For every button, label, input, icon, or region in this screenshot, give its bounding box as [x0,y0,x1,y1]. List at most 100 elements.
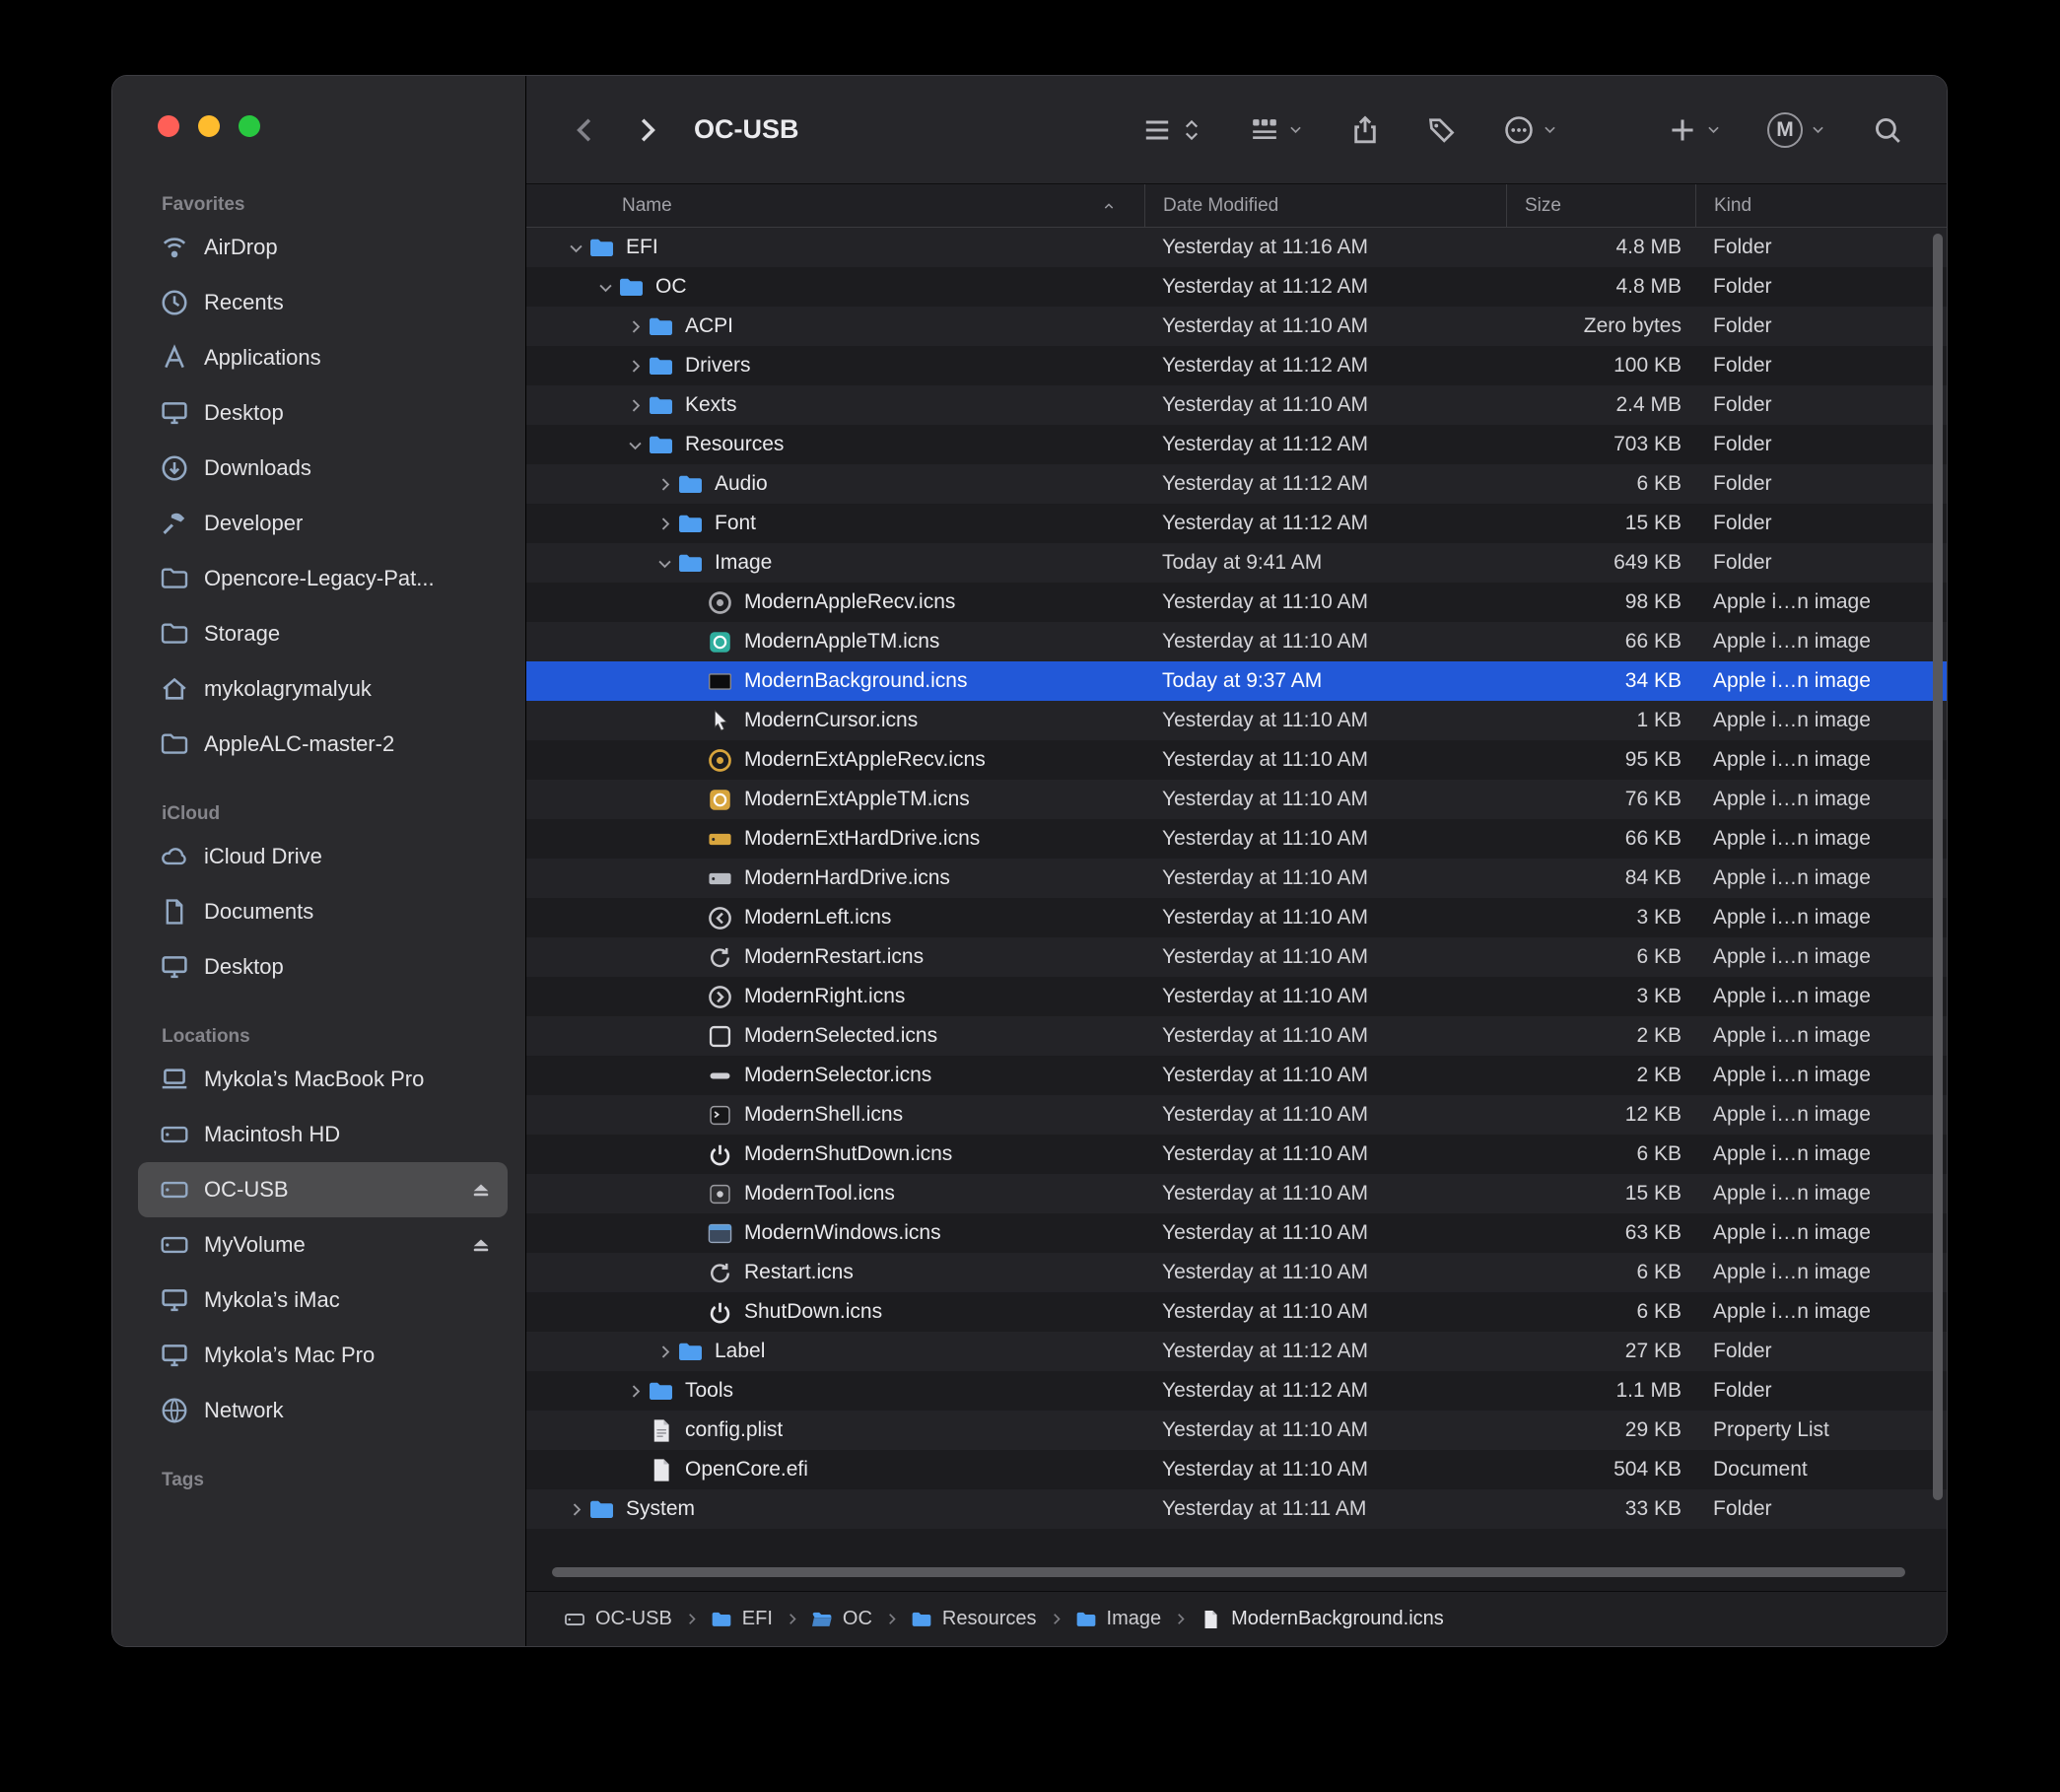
path-bar-item-efi[interactable]: EFI [711,1608,773,1630]
file-size: 4.8 MB [1506,275,1695,299]
folder-o-icon [160,619,189,649]
file-row-kexts[interactable]: Kexts Yesterday at 11:10 AM 2.4 MB Folde… [526,385,1947,425]
sidebar-item-downloads[interactable]: Downloads [138,441,508,496]
sidebar-item-mykola-s-mac-pro[interactable]: Mykola’s Mac Pro [138,1328,508,1383]
disclosure-chevron-icon[interactable] [622,313,648,339]
file-row-audio[interactable]: Audio Yesterday at 11:12 AM 6 KB Folder [526,464,1947,504]
close-button[interactable] [158,115,179,137]
search-button[interactable] [1872,114,1903,146]
eject-icon[interactable] [468,1232,494,1258]
more-options-button[interactable] [1503,114,1558,146]
file-row-opencore-efi[interactable]: OpenCore.efi Yesterday at 11:10 AM 504 K… [526,1450,1947,1489]
disclosure-chevron-icon[interactable] [652,471,677,497]
disclosure-chevron-icon[interactable] [652,1339,677,1364]
account-button[interactable]: M [1767,112,1826,148]
file-row-tools[interactable]: Tools Yesterday at 11:12 AM 1.1 MB Folde… [526,1371,1947,1411]
vertical-scrollbar[interactable] [1933,234,1943,1500]
file-size: 6 KB [1506,1142,1695,1166]
file-row-modernextappletm-icns[interactable]: ModernExtAppleTM.icns Yesterday at 11:10… [526,780,1947,819]
group-button[interactable] [1249,114,1304,146]
tags-button[interactable] [1426,114,1458,146]
file-row-acpi[interactable]: ACPI Yesterday at 11:10 AM Zero bytes Fo… [526,307,1947,346]
file-row-oc[interactable]: OC Yesterday at 11:12 AM 4.8 MB Folder [526,267,1947,307]
file-row-system[interactable]: System Yesterday at 11:11 AM 33 KB Folde… [526,1489,1947,1529]
forward-button[interactable] [627,106,666,154]
disclosure-chevron-icon[interactable] [622,1378,648,1404]
sidebar-item-mykolagrymalyuk[interactable]: mykolagrymalyuk [138,661,508,717]
file-row-modernshell-icns[interactable]: ModernShell.icns Yesterday at 11:10 AM 1… [526,1095,1947,1135]
back-button[interactable] [566,106,605,154]
disclosure-chevron-icon[interactable] [563,1496,588,1522]
disclosure-chevron-icon[interactable] [592,274,618,300]
path-bar-item-image[interactable]: Image [1075,1608,1162,1630]
share-button[interactable] [1349,114,1381,146]
disclosure-chevron-icon[interactable] [622,432,648,457]
sidebar-item-storage[interactable]: Storage [138,606,508,661]
sidebar-item-desktop[interactable]: Desktop [138,385,508,441]
file-row-moderncursor-icns[interactable]: ModernCursor.icns Yesterday at 11:10 AM … [526,701,1947,740]
date-modified: Yesterday at 11:10 AM [1144,1418,1506,1442]
file-row-label[interactable]: Label Yesterday at 11:12 AM 27 KB Folder [526,1332,1947,1371]
zoom-button[interactable] [239,115,260,137]
sidebar-item-applealc-master-2[interactable]: AppleALC-master-2 [138,717,508,772]
horizontal-scrollbar[interactable] [552,1567,1905,1577]
path-bar-item-modernbackground-icns[interactable]: ModernBackground.icns [1200,1608,1444,1630]
file-row-font[interactable]: Font Yesterday at 11:12 AM 15 KB Folder [526,504,1947,543]
file-row-moderntool-icns[interactable]: ModernTool.icns Yesterday at 11:10 AM 15… [526,1174,1947,1213]
disclosure-chevron-icon[interactable] [622,353,648,379]
file-row-modernbackground-icns[interactable]: ModernBackground.icns Today at 9:37 AM 3… [526,661,1947,701]
date-modified: Yesterday at 11:10 AM [1144,827,1506,851]
sidebar-item-mykola-s-imac[interactable]: Mykola’s iMac [138,1273,508,1328]
file-row-modernrestart-icns[interactable]: ModernRestart.icns Yesterday at 11:10 AM… [526,937,1947,977]
path-bar-item-oc[interactable]: OC [811,1608,872,1630]
sidebar-item-icloud-drive[interactable]: iCloud Drive [138,829,508,884]
file-row-modernharddrive-icns[interactable]: ModernHardDrive.icns Yesterday at 11:10 … [526,859,1947,898]
file-row-resources[interactable]: Resources Yesterday at 11:12 AM 703 KB F… [526,425,1947,464]
sidebar-item-developer[interactable]: Developer [138,496,508,551]
sidebar-item-network[interactable]: Network [138,1383,508,1438]
file-row-modernapplerecv-icns[interactable]: ModernAppleRecv.icns Yesterday at 11:10 … [526,583,1947,622]
path-bar-item-resources[interactable]: Resources [911,1608,1037,1630]
file-row-modernextapplerecv-icns[interactable]: ModernExtAppleRecv.icns Yesterday at 11:… [526,740,1947,780]
column-header-name[interactable]: Name [526,184,1144,227]
eject-icon[interactable] [468,1177,494,1203]
sidebar-item-applications[interactable]: Applications [138,330,508,385]
file-row-modernright-icns[interactable]: ModernRight.icns Yesterday at 11:10 AM 3… [526,977,1947,1016]
disclosure-chevron-icon[interactable] [563,235,588,260]
new-folder-button[interactable] [1667,114,1722,146]
file-row-image[interactable]: Image Today at 9:41 AM 649 KB Folder [526,543,1947,583]
disclosure-chevron-icon[interactable] [652,511,677,536]
file-row-config-plist[interactable]: config.plist Yesterday at 11:10 AM 29 KB… [526,1411,1947,1450]
column-header-kind[interactable]: Kind [1695,184,1947,227]
sidebar-item-macintosh-hd[interactable]: Macintosh HD [138,1107,508,1162]
minimize-button[interactable] [198,115,220,137]
sidebar-item-myvolume[interactable]: MyVolume [138,1217,508,1273]
file-row-efi[interactable]: EFI Yesterday at 11:16 AM 4.8 MB Folder [526,228,1947,267]
column-header-size[interactable]: Size [1506,184,1695,227]
sidebar-item-recents[interactable]: Recents [138,275,508,330]
file-row-shutdown-icns[interactable]: ShutDown.icns Yesterday at 11:10 AM 6 KB… [526,1292,1947,1332]
path-bar-item-oc-usb[interactable]: OC-USB [564,1608,672,1630]
disclosure-chevron-icon[interactable] [652,550,677,576]
sidebar-item-oc-usb[interactable]: OC-USB [138,1162,508,1217]
folder-icon [648,392,674,419]
file-row-modernappletm-icns[interactable]: ModernAppleTM.icns Yesterday at 11:10 AM… [526,622,1947,661]
sidebar-item-documents[interactable]: Documents [138,884,508,939]
file-row-modernleft-icns[interactable]: ModernLeft.icns Yesterday at 11:10 AM 3 … [526,898,1947,937]
file-row-modernselector-icns[interactable]: ModernSelector.icns Yesterday at 11:10 A… [526,1056,1947,1095]
file-row-modernextharddrive-icns[interactable]: ModernExtHardDrive.icns Yesterday at 11:… [526,819,1947,859]
file-row-modernwindows-icns[interactable]: ModernWindows.icns Yesterday at 11:10 AM… [526,1213,1947,1253]
name-cell: ModernSelected.icns [526,1023,1144,1050]
disclosure-chevron-icon[interactable] [622,392,648,418]
view-options-button[interactable] [1141,114,1203,146]
file-row-drivers[interactable]: Drivers Yesterday at 11:12 AM 100 KB Fol… [526,346,1947,385]
column-header-date-modified[interactable]: Date Modified [1144,184,1506,227]
file-row-modernselected-icns[interactable]: ModernSelected.icns Yesterday at 11:10 A… [526,1016,1947,1056]
sidebar-item-airdrop[interactable]: AirDrop [138,220,508,275]
sidebar-item-desktop[interactable]: Desktop [138,939,508,995]
file-row-modernshutdown-icns[interactable]: ModernShutDown.icns Yesterday at 11:10 A… [526,1135,1947,1174]
file-row-restart-icns[interactable]: Restart.icns Yesterday at 11:10 AM 6 KB … [526,1253,1947,1292]
file-name: ACPI [685,314,733,338]
sidebar-item-mykola-s-macbook-pro[interactable]: Mykola’s MacBook Pro [138,1052,508,1107]
sidebar-item-opencore-legacy-pat[interactable]: Opencore-Legacy-Pat... [138,551,508,606]
